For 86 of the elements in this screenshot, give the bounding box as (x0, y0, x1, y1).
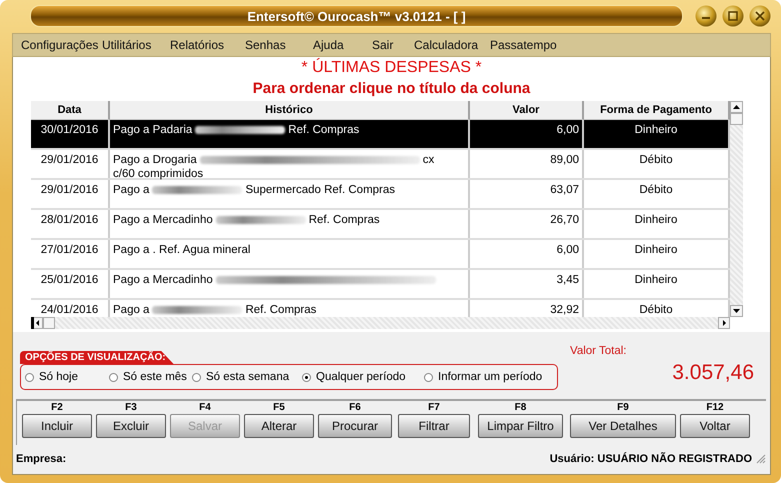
shortcut-key: F5 (273, 401, 285, 414)
maximize-icon[interactable] (722, 5, 744, 27)
table-cell: 89,00 (470, 150, 584, 178)
radio-button[interactable] (302, 372, 311, 382)
radio-button[interactable] (109, 372, 118, 382)
horizontal-scrollbar[interactable] (31, 317, 730, 329)
table-cell: Pago a (113, 303, 150, 317)
menu-item[interactable]: Senhas (245, 38, 313, 52)
vertical-scrollbar[interactable] (730, 101, 743, 317)
radio-button[interactable] (25, 372, 34, 382)
menu-item[interactable]: Passatempo (490, 38, 557, 52)
table-cell: c/60 comprimidos (113, 167, 204, 181)
shortcut-key: F8 (514, 401, 526, 414)
resize-grip-icon[interactable] (756, 454, 766, 464)
scroll-left-button[interactable] (31, 317, 43, 329)
action-button[interactable]: Voltar (680, 414, 750, 438)
shortcut-key: F7 (428, 401, 440, 414)
radio-label[interactable]: Só hoje (39, 371, 78, 383)
table-cell: Pago a Drogaria (113, 153, 197, 167)
table-row[interactable]: 29/01/2016 Pago a Supermercado Ref. Compras 63,07 Débito (31, 180, 730, 210)
user-label: Usuário: USUÁRIO NÃO REGISTRADO (550, 453, 752, 465)
radio-label[interactable]: Só esta semana (206, 371, 290, 383)
table-cell: 26,70 (470, 210, 584, 238)
menu-item[interactable]: Configurações (21, 38, 102, 52)
table-cell: 6,00 (470, 240, 584, 268)
action-button[interactable]: Alterar (244, 414, 314, 438)
shortcut-key: F9 (617, 401, 629, 414)
window-title: Entersoft© Ourocash™ v3.0121 - [ ] (247, 8, 466, 24)
table-cell: 30/01/2016 (31, 120, 110, 148)
table-row[interactable]: 29/01/2016 Pago a Drogaria cx c/60 comprimidos 89,00 Débito (31, 150, 730, 180)
table-cell: 6,00 (470, 120, 584, 148)
table-cell: 29/01/2016 (31, 150, 110, 178)
action-button[interactable]: Filtrar (398, 414, 470, 438)
table-row[interactable]: 30/01/2016 Pago a Padaria Ref. Compras 6,00 Dinheiro (31, 120, 730, 150)
minimize-icon[interactable] (695, 5, 717, 27)
action-button[interactable]: Incluir (22, 414, 92, 438)
table-cell: 29/01/2016 (31, 180, 110, 208)
subheading: Para ordenar clique no título da coluna (252, 79, 530, 99)
menu-item[interactable]: Sair (372, 38, 414, 52)
table-cell: 25/01/2016 (31, 270, 110, 298)
action-button[interactable]: Procurar (318, 414, 392, 438)
action-button[interactable]: Ver Detalhes (570, 414, 676, 438)
total-value: 3.057,46 (672, 361, 754, 385)
table-cell: Pago a Mercadinho (113, 213, 213, 227)
total-label: Valor Total: (570, 345, 628, 357)
table-row[interactable]: 25/01/2016 Pago a Mercadinho 3,45 Dinheiro (31, 270, 730, 300)
table-cell: Ref. Compras (288, 123, 360, 137)
radio-label[interactable]: Informar um período (438, 371, 542, 383)
scrollbar-thumb[interactable] (43, 317, 55, 329)
action-button[interactable]: Limpar Filtro (478, 414, 563, 438)
table-cell: Pago a . Ref. Agua mineral (113, 243, 250, 257)
table-row[interactable]: 28/01/2016 Pago a Mercadinho Ref. Compras 26,70 Dinheiro (31, 210, 730, 240)
table-cell: 27/01/2016 (31, 240, 110, 268)
menu-item[interactable]: Relatórios (170, 38, 245, 52)
table-cell: 28/01/2016 (31, 210, 110, 238)
radio-button[interactable] (424, 372, 433, 382)
table-cell: Pago a Mercadinho (113, 273, 213, 287)
table-row[interactable]: 27/01/2016 Pago a . Ref. Agua mineral 6,00 Dinheiro (31, 240, 730, 270)
scrollbar-thumb[interactable] (730, 113, 743, 125)
menu-item[interactable]: Utilitários (102, 38, 170, 52)
action-button[interactable]: Excluir (96, 414, 166, 438)
shortcut-key: F4 (199, 401, 211, 414)
menu-item[interactable]: Ajuda (313, 38, 372, 52)
table-cell: Supermercado Ref. Compras (245, 183, 396, 197)
close-icon[interactable] (749, 5, 771, 27)
shortcut-key: F6 (349, 401, 361, 414)
heading: * ÚLTIMAS DESPESAS * (301, 58, 482, 78)
table-cell: 3,45 (470, 270, 584, 298)
menu-item[interactable]: Calculadora (414, 38, 490, 52)
table-cell: Ref. Compras (245, 303, 316, 317)
table-cell: Ref. Compras (308, 213, 380, 227)
table-cell: Pago a (113, 183, 150, 197)
radio-label[interactable]: Qualquer período (316, 371, 406, 383)
company-label: Empresa: (16, 453, 66, 465)
scroll-down-button[interactable] (730, 305, 743, 317)
table-cell: Pago a Padaria (113, 123, 192, 137)
table-cell: cx (422, 153, 434, 167)
shortcut-key: F12 (706, 401, 724, 414)
scroll-up-button[interactable] (730, 101, 743, 113)
scroll-right-button[interactable] (718, 317, 730, 329)
shortcut-key: F3 (125, 401, 137, 414)
shortcut-key: F2 (51, 401, 63, 414)
table-cell: 63,07 (470, 180, 584, 208)
radio-button[interactable] (192, 372, 201, 382)
radio-label[interactable]: Só este mês (123, 371, 187, 383)
options-title: OPÇÕES DE VISUALIZAÇÃO: (20, 351, 174, 364)
